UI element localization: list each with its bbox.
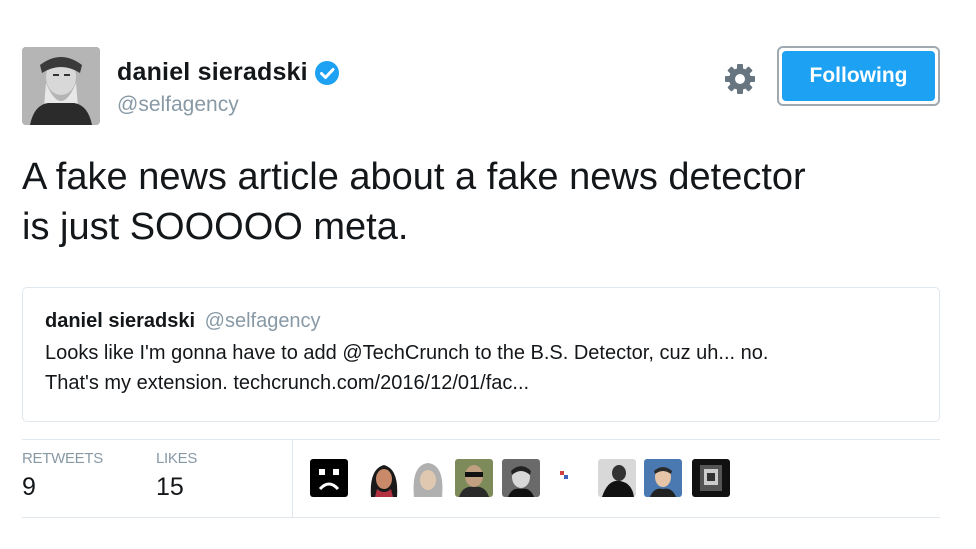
- retweets-label: RETWEETS: [22, 450, 103, 467]
- quoted-tweet-header: daniel sieradski @selfagency: [45, 308, 917, 334]
- liker-avatar-gray-hair[interactable]: [409, 459, 447, 497]
- author-handle[interactable]: @selfagency: [117, 93, 239, 117]
- liker-avatar-small-logo[interactable]: [557, 468, 571, 482]
- tweet-text: A fake news article about a fake news de…: [22, 152, 952, 252]
- retweets-count: 9: [22, 473, 36, 501]
- stats-vertical-divider: [292, 440, 293, 517]
- tweet-stats: RETWEETS 9 LIKES 15: [22, 440, 940, 517]
- likes-stat[interactable]: LIKES 15: [156, 450, 197, 502]
- quoted-text-line-2: That's my extension. techcrunch.com/2016…: [45, 372, 530, 394]
- liker-avatar-sunglasses[interactable]: [455, 459, 493, 497]
- liker-avatar-bw-portrait[interactable]: [502, 459, 540, 497]
- liker-avatar-woman[interactable]: [365, 459, 403, 497]
- tweet-text-line-2: is just SOOOOO meta.: [22, 206, 409, 248]
- author-display-name[interactable]: daniel sieradski: [117, 58, 308, 87]
- liker-avatar-sad-face[interactable]: [310, 459, 348, 497]
- retweets-stat[interactable]: RETWEETS 9: [22, 450, 103, 502]
- tweet-text-line-1: A fake news article about a fake news de…: [22, 156, 806, 198]
- likes-label: LIKES: [156, 450, 198, 467]
- likes-count: 15: [156, 473, 184, 501]
- quoted-tweet-text: Looks like I'm gonna have to add @TechCr…: [45, 338, 917, 398]
- avatar[interactable]: [22, 47, 100, 125]
- quoted-text-line-1: Looks like I'm gonna have to add @TechCr…: [45, 342, 769, 364]
- liker-avatar-blue-photo[interactable]: [644, 459, 682, 497]
- quoted-author-handle: @selfagency: [204, 310, 321, 332]
- following-button[interactable]: Following: [777, 46, 940, 106]
- liker-avatar-monochrome[interactable]: [692, 459, 730, 497]
- gear-icon[interactable]: [723, 62, 757, 96]
- quoted-tweet[interactable]: daniel sieradski @selfagency Looks like …: [22, 287, 940, 422]
- stats-bottom-divider: [22, 517, 940, 518]
- liker-avatar-dark-figure[interactable]: [598, 459, 636, 497]
- author-name-row[interactable]: daniel sieradski: [117, 58, 340, 87]
- quoted-author-name: daniel sieradski: [45, 310, 196, 332]
- following-button-label: Following: [782, 51, 935, 101]
- verified-badge-icon: [314, 60, 339, 85]
